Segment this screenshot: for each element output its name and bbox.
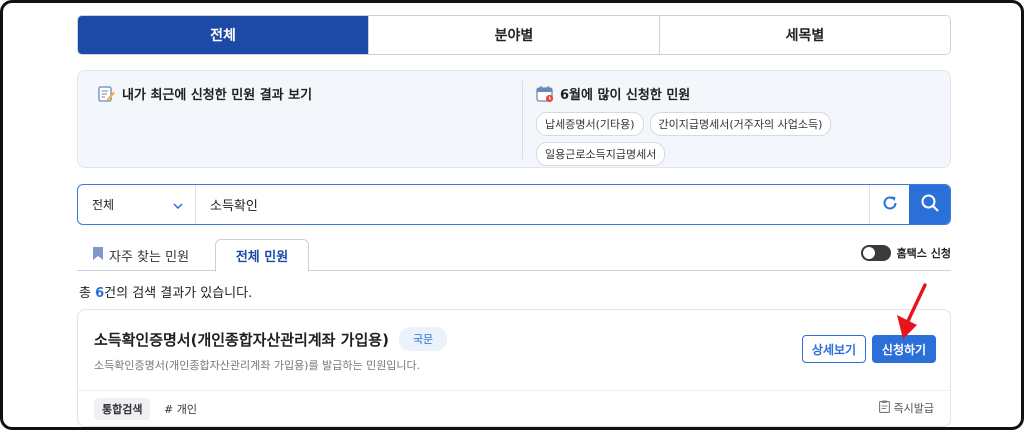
search-bar: 전체 [77,184,951,225]
tab-favorites[interactable]: 자주 찾는 민원 [93,239,189,271]
popular-chip[interactable]: 간이지급명세서(거주자의 사업소득) [649,112,832,136]
card-divider [78,390,950,391]
clipboard-icon [878,400,890,416]
result-card: 소득확인증명서(개인종합자산관리계좌 가입용) 국문 소득확인증명서(개인종합자… [77,309,951,427]
popular-title: 6월에 많이 신청한 민원 [560,88,691,103]
chevron-down-icon [173,198,183,212]
tag-unified-search: 통합검색 [94,398,151,420]
refresh-icon [881,194,899,216]
top-tabs: 전체 분야별 세목별 [77,15,951,55]
tab-by-field[interactable]: 분야별 [368,16,659,54]
tab-favorites-label: 자주 찾는 민원 [109,249,190,265]
language-badge: 국문 [398,327,448,351]
popular-chip[interactable]: 납세증명서(기타용) [536,112,644,136]
app-frame: 전체 분야별 세목별 내가 최근에 신청한 민원 결과 보기 6월에 많이 신청… [0,0,1024,430]
tab-all-civil[interactable]: 전체 민원 [215,239,309,272]
result-prefix: 총 [79,286,96,301]
instant-issue-label: 즉시발급 [893,402,934,415]
bookmark-icon [93,246,103,264]
result-number: 6 [95,286,105,301]
recent-results-title: 내가 최근에 신청한 민원 결과 보기 [122,88,313,103]
toggle-switch[interactable] [860,245,891,261]
instant-issue: 즉시발급 [878,400,934,416]
memo-icon [98,85,116,103]
result-suffix: 건의 검색 결과가 있습니다. [104,286,253,301]
refresh-button[interactable] [869,185,909,224]
detail-button[interactable]: 상세보기 [802,335,866,363]
card-title[interactable]: 소득확인증명서(개인종합자산관리계좌 가입용) [94,329,389,350]
hometax-toggle-label: 홈택스 신청 [896,247,951,260]
recent-results-link[interactable]: 내가 최근에 신청한 민원 결과 보기 [98,84,312,103]
sub-tabs: 자주 찾는 민원 전체 민원 홈택스 신청 [77,239,951,272]
tab-all[interactable]: 전체 [78,16,368,54]
tag-personal: # 개인 [164,403,197,416]
popular-section: 6월에 많이 신청한 민원 납세증명서(기타용) 간이지급명세서(거주자의 사업… [536,84,846,166]
tab-by-tax-item[interactable]: 세목별 [659,16,950,54]
category-select[interactable]: 전체 [78,185,196,224]
hometax-toggle[interactable]: 홈택스 신청 [860,245,951,261]
result-count: 총 6건의 검색 결과가 있습니다. [79,282,252,301]
info-divider [522,81,523,159]
popular-chips: 납세증명서(기타용) 간이지급명세서(거주자의 사업소득) 일용근로소득지급명세… [536,112,846,166]
search-input[interactable] [196,185,869,224]
search-button[interactable] [909,185,950,224]
annotation-arrow-icon [897,283,927,339]
info-panel: 내가 최근에 신청한 민원 결과 보기 6월에 많이 신청한 민원 납세증명서(… [77,70,951,168]
calendar-icon [536,85,554,103]
tab-all-civil-label: 전체 민원 [235,250,289,265]
search-icon [920,193,940,217]
card-description: 소득확인증명서(개인종합자산관리계좌 가입용)를 발급하는 민원입니다. [94,359,421,372]
category-select-value: 전체 [92,198,115,212]
popular-chip[interactable]: 일용근로소득지급명세서 [536,142,666,166]
